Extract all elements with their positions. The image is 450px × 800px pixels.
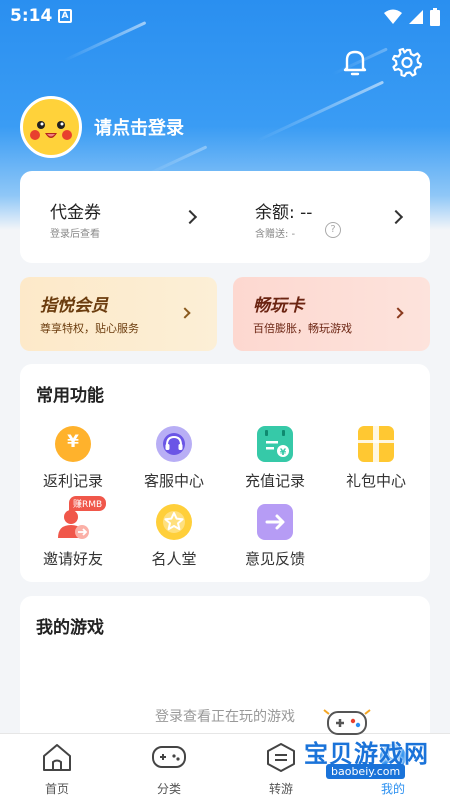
tab-label: 分类	[156, 782, 181, 796]
battery-icon	[430, 8, 440, 26]
tab-home[interactable]: 首页	[12, 742, 102, 797]
feedback-icon	[257, 504, 293, 540]
status-bar: 5:14 A	[0, 0, 450, 34]
customer-service-icon	[156, 426, 192, 462]
voucher-title: 代金券	[50, 203, 101, 223]
function-rebate[interactable]: ¥ 返利记录	[23, 426, 123, 491]
balance-chevron-icon	[388, 209, 404, 225]
rebate-icon: ¥	[55, 426, 91, 462]
recharge-record-icon: ¥	[257, 426, 293, 462]
balance-subtitle: 含赠送: -	[255, 229, 296, 240]
login-prompt[interactable]: 请点击登录	[94, 114, 184, 140]
wallet-card: 代金券 登录后查看 余额: -- 含赠送: - ?	[20, 171, 430, 263]
function-invite-friends[interactable]: 赚RMB 邀请好友	[23, 496, 123, 569]
help-icon[interactable]: ?	[325, 222, 341, 238]
play-card-chevron-icon	[392, 307, 404, 319]
pikachu-avatar-icon	[30, 121, 72, 140]
vip-member-card[interactable]: 指悦会员 尊享特权，贴心服务	[20, 277, 217, 351]
watermark-url: baobeiy.com	[326, 764, 406, 779]
gift-pack-icon	[358, 426, 394, 462]
gamepad-icon	[152, 746, 186, 768]
play-card-title: 畅玩卡	[253, 296, 304, 316]
signal-icon	[409, 10, 423, 24]
wifi-icon	[384, 9, 402, 24]
common-functions-card: 常用功能 ¥ 返利记录 客服中心 ¥ 充值记录 礼包中心 赚RMB 邀请好友 名…	[20, 364, 430, 582]
vip-title: 指悦会员	[40, 296, 108, 316]
gear-icon	[391, 47, 423, 78]
function-recharge-record[interactable]: ¥ 充值记录	[225, 426, 325, 491]
vip-subtitle: 尊享特权，贴心服务	[40, 322, 139, 335]
watermark: 宝贝游戏网 baobeiy.com	[296, 700, 446, 790]
balance-section[interactable]: 余额: -- 含赠送: - ?	[225, 171, 430, 263]
function-feedback[interactable]: 意见反馈	[225, 504, 325, 569]
function-gift-pack[interactable]: 礼包中心	[326, 426, 426, 491]
transfer-icon	[267, 743, 295, 772]
tab-label: 首页	[44, 782, 69, 796]
notification-a-icon: A	[58, 9, 72, 23]
settings-button[interactable]	[391, 46, 423, 78]
voucher-chevron-icon	[182, 209, 198, 225]
tab-category[interactable]: 分类	[124, 742, 214, 797]
function-label: 意见反馈	[244, 550, 305, 568]
invite-friends-icon: 赚RMB	[55, 496, 107, 540]
bell-icon	[343, 50, 367, 76]
function-label: 邀请好友	[42, 550, 103, 568]
function-customer-service[interactable]: 客服中心	[124, 426, 224, 491]
function-label: 返利记录	[42, 472, 103, 490]
invite-badge: 赚RMB	[69, 496, 107, 511]
vip-chevron-icon	[179, 307, 191, 319]
play-card[interactable]: 畅玩卡 百倍膨胀，畅玩游戏	[233, 277, 430, 351]
avatar[interactable]	[20, 96, 82, 158]
section-title-functions: 常用功能	[36, 386, 104, 406]
home-icon	[43, 744, 71, 771]
function-label: 名人堂	[151, 550, 197, 568]
function-label: 客服中心	[143, 472, 204, 490]
watermark-gamepad-icon	[323, 709, 371, 735]
voucher-subtitle: 登录后查看	[50, 229, 100, 240]
function-hall-of-fame[interactable]: 名人堂	[124, 504, 224, 569]
svg-text:¥: ¥	[280, 448, 287, 458]
hall-of-fame-icon	[156, 504, 192, 540]
section-title-games: 我的游戏	[36, 618, 104, 638]
function-label: 充值记录	[244, 472, 305, 490]
balance-title: 余额: --	[255, 203, 313, 223]
function-label: 礼包中心	[345, 472, 406, 490]
voucher-section[interactable]: 代金券 登录后查看	[20, 171, 225, 263]
notification-bell-button[interactable]	[339, 46, 371, 78]
play-card-subtitle: 百倍膨胀，畅玩游戏	[253, 322, 352, 335]
status-time: 5:14	[10, 6, 53, 26]
